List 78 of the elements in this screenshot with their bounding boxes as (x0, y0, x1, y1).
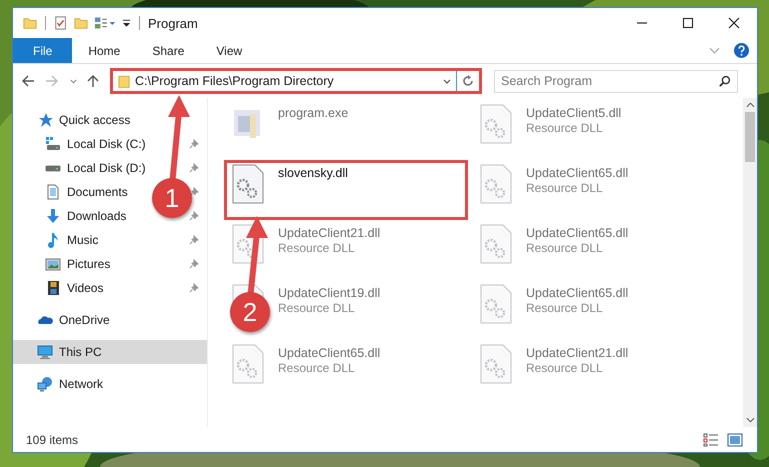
picture-icon (45, 256, 61, 272)
download-icon (45, 208, 61, 224)
window-title: Program (148, 16, 198, 30)
pin-icon[interactable] (189, 259, 199, 269)
nav-item[interactable]: Quick access (13, 108, 207, 132)
file-type: Resource DLL (526, 361, 604, 375)
address-path: C:\Program Files\Program Directory (135, 74, 334, 88)
drive-icon (45, 136, 61, 152)
nav-item[interactable]: Music (67, 233, 98, 247)
nav-item[interactable]: Local Disk (C:) (67, 137, 146, 151)
file-name[interactable]: UpdateClient21.dll (278, 226, 380, 240)
file-name[interactable]: UpdateClient65.dll (526, 166, 628, 180)
expand-ribbon-icon[interactable] (709, 46, 720, 54)
file-type: Resource DLL (278, 361, 356, 375)
scroll-down-icon[interactable] (746, 416, 754, 424)
pin-icon[interactable] (189, 139, 199, 149)
file-name[interactable]: UpdateClient5.dll (526, 106, 622, 120)
view-menu-icon[interactable] (94, 15, 116, 31)
file-type: Resource DLL (526, 121, 604, 135)
pin-icon[interactable] (189, 187, 199, 197)
folder-icon (118, 74, 130, 88)
nav-item[interactable]: Documents (67, 185, 128, 199)
gear-file-icon (478, 344, 514, 384)
up-arrow-icon[interactable] (86, 74, 100, 88)
item-count: 109 items (26, 432, 78, 446)
nav-item[interactable]: Local Disk (D:) (67, 161, 146, 175)
address-bar[interactable]: C:\Program Files\Program Directory (110, 68, 482, 94)
gear-file-icon (230, 164, 266, 204)
file-type: Resource DLL (278, 241, 356, 255)
pin-icon[interactable] (189, 283, 199, 293)
close-icon (728, 17, 740, 29)
ribbon-tab[interactable]: Home (72, 38, 136, 63)
ribbon-tab[interactable]: File (13, 38, 72, 63)
maximize-icon (682, 17, 694, 29)
file-type: Resource DLL (526, 301, 604, 315)
scrollbar[interactable] (743, 98, 757, 427)
star-icon (37, 112, 53, 128)
gear-file-icon (478, 104, 514, 144)
ribbon-tab[interactable]: Share (136, 38, 200, 63)
file-name[interactable]: UpdateClient65.dll (278, 346, 380, 360)
pin-icon[interactable] (189, 211, 199, 221)
nav-item[interactable]: Videos (67, 281, 104, 295)
file-name[interactable]: program.exe (278, 106, 348, 120)
gear-file-icon (478, 224, 514, 264)
file-type: Resource DLL (526, 181, 604, 195)
drive-icon (45, 164, 61, 172)
file-name[interactable]: UpdateClient65.dll (526, 226, 628, 240)
back-arrow-icon[interactable] (21, 74, 35, 88)
properties-icon[interactable] (54, 15, 68, 31)
computer-icon (37, 344, 53, 360)
film-icon (45, 280, 61, 296)
file-type: Resource DLL (278, 301, 356, 315)
network-icon (37, 376, 53, 392)
file-name[interactable]: UpdateClient21.dll (526, 346, 628, 360)
nav-item[interactable]: Pictures (67, 257, 110, 271)
nav-item[interactable]: OneDrive (13, 308, 207, 332)
large-icons-view-icon[interactable] (727, 432, 743, 446)
nav-item[interactable]: This PC (13, 340, 207, 364)
gear-file-icon (230, 344, 266, 384)
help-icon[interactable] (734, 43, 749, 58)
details-view-icon[interactable] (703, 432, 719, 446)
ribbon-tab[interactable]: View (200, 38, 258, 63)
gear-file-icon (478, 164, 514, 204)
refresh-icon[interactable] (461, 74, 475, 88)
scroll-up-icon[interactable] (746, 101, 754, 109)
gear-file-icon (478, 284, 514, 324)
document-icon (45, 184, 61, 200)
scroll-thumb[interactable] (745, 112, 755, 162)
search-icon (718, 74, 731, 88)
file-name[interactable]: slovensky.dll (278, 166, 348, 180)
file-name[interactable]: UpdateClient19.dll (278, 286, 380, 300)
file-name[interactable]: UpdateClient65.dll (526, 286, 628, 300)
pin-icon[interactable] (189, 235, 199, 245)
nav-item[interactable]: Downloads (67, 209, 126, 223)
nav-item[interactable]: Network (13, 372, 207, 396)
search-field[interactable]: Search Program (494, 70, 738, 92)
pin-icon[interactable] (189, 163, 199, 173)
file-type: Resource DLL (526, 241, 604, 255)
